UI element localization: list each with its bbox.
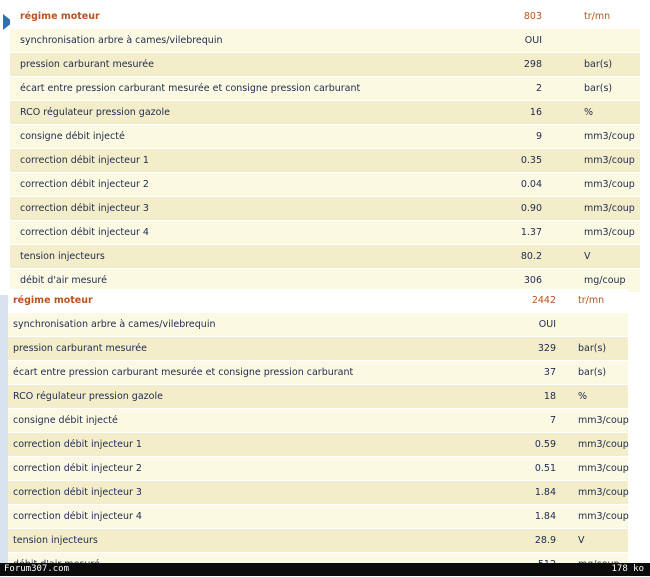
table-header-row[interactable]: régime moteur 803 tr/mn (10, 5, 640, 29)
param-unit: bar(s) (584, 83, 613, 94)
parameters-table-high-rpm: régime moteur 2442 tr/mn synchronisation ar… (0, 289, 650, 577)
param-value: 2442 (531, 295, 556, 306)
table-row[interactable]: synchronisation arbre à cames/vilebrequi… (10, 29, 640, 53)
param-value: OUI (524, 35, 542, 46)
param-label: synchronisation arbre à cames/vilebrequi… (13, 319, 216, 330)
param-unit: mm3/coup (584, 227, 635, 238)
param-unit: bar(s) (584, 59, 613, 70)
param-label: tension injecteurs (13, 535, 98, 546)
param-label: consigne débit injecté (20, 131, 125, 142)
param-value: 0.35 (520, 155, 542, 166)
table-row[interactable]: écart entre pression carburant mesurée e… (8, 361, 628, 385)
table-row[interactable]: écart entre pression carburant mesurée e… (10, 77, 640, 101)
param-label: régime moteur (20, 11, 100, 22)
param-unit: mm3/coup (584, 203, 635, 214)
table-row[interactable]: correction débit injecteur 2 0.51 mm3/coup (8, 457, 629, 481)
table-row[interactable]: correction débit injecteur 4 1.84 mm3/coup (8, 505, 629, 529)
table-row[interactable]: RCO régulateur pression gazole 18% (8, 385, 628, 409)
param-label: correction débit injecteur 4 (20, 227, 149, 238)
parameters-table-idle: régime moteur 803 tr/mn synchronisation arb… (0, 5, 650, 293)
param-label: tension injecteurs (20, 251, 105, 262)
table-row[interactable]: correction débit injecteur 4 1.37 mm3/coup (10, 221, 640, 245)
param-unit: % (578, 391, 588, 402)
param-value: 9 (535, 131, 542, 142)
param-value: 1.84 (534, 487, 556, 498)
table-row[interactable]: tension injecteurs 28.9 V (8, 529, 628, 553)
param-label: correction débit injecteur 3 (20, 203, 149, 214)
param-value: 329 (537, 343, 556, 354)
table-row[interactable]: pression carburant mesurée 329 bar(s) (8, 337, 628, 361)
param-value: 803 (523, 11, 542, 22)
table-row[interactable]: correction débit injecteur 3 1.84 mm3/coup (8, 481, 629, 505)
param-value: 28.9 (534, 535, 556, 546)
table-row[interactable]: correction débit injecteur 2 0.04 mm3/coup (10, 173, 640, 197)
param-unit: bar(s) (578, 367, 607, 378)
param-label: pression carburant mesurée (20, 59, 154, 70)
param-value: 18 (543, 391, 556, 402)
param-value: 1.84 (534, 511, 556, 522)
param-label: correction débit injecteur 1 (20, 155, 149, 166)
param-unit: mm3/coup (578, 439, 629, 450)
param-label: RCO régulateur pression gazole (13, 391, 163, 402)
param-label: correction débit injecteur 4 (13, 511, 142, 522)
param-value: OUI (538, 319, 556, 330)
param-value: 298 (523, 59, 542, 70)
table-row[interactable]: correction débit injecteur 1 0.59 mm3/coup (8, 433, 629, 457)
param-unit: tr/mn (584, 11, 611, 22)
param-value: 37 (543, 367, 556, 378)
table-row[interactable]: pression carburant mesurée 298 bar(s) (10, 53, 640, 77)
param-value: 0.04 (520, 179, 542, 190)
param-unit: V (578, 535, 585, 546)
param-unit: % (584, 107, 594, 118)
param-label: pression carburant mesurée (13, 343, 147, 354)
param-unit: mm3/coup (578, 415, 629, 426)
param-unit: mm3/coup (578, 487, 629, 498)
param-value: 1.37 (520, 227, 542, 238)
param-value: 0.51 (534, 463, 556, 474)
table-row[interactable]: correction débit injecteur 3 0.90 mm3/coup (10, 197, 640, 221)
footer-bar: Forum307.com 178 ko (0, 563, 650, 576)
param-unit: mm3/coup (584, 155, 635, 166)
param-unit: mm3/coup (584, 131, 635, 142)
param-unit: mm3/coup (584, 179, 635, 190)
param-unit: mm3/coup (578, 511, 629, 522)
table-header-row[interactable]: régime moteur 2442 tr/mn (8, 289, 628, 313)
param-unit: mm3/coup (578, 463, 629, 474)
param-label: correction débit injecteur 2 (20, 179, 149, 190)
param-value: 0.59 (534, 439, 556, 450)
param-label: synchronisation arbre à cames/vilebrequi… (20, 35, 223, 46)
file-size: 178 ko (611, 564, 644, 574)
param-unit: tr/mn (578, 295, 605, 306)
table-row[interactable]: correction débit injecteur 1 0.35 mm3/coup (10, 149, 640, 173)
param-label: écart entre pression carburant mesurée e… (20, 83, 361, 94)
param-value: 7 (549, 415, 556, 426)
param-label: régime moteur (13, 295, 93, 306)
param-label: correction débit injecteur 3 (13, 487, 142, 498)
param-value: 2 (535, 83, 542, 94)
param-unit: V (584, 251, 591, 262)
param-label: RCO régulateur pression gazole (20, 107, 170, 118)
param-value: 0.90 (520, 203, 542, 214)
table-row[interactable]: RCO régulateur pression gazole 16% (10, 101, 640, 125)
param-label: écart entre pression carburant mesurée e… (13, 367, 354, 378)
site-watermark: Forum307.com (4, 564, 70, 574)
table-row[interactable]: consigne débit injecté 9 mm3/coup (10, 125, 640, 149)
table-row[interactable]: synchronisation arbre à cames/vilebrequi… (8, 313, 628, 337)
param-value: 80.2 (520, 251, 542, 262)
param-label: correction débit injecteur 1 (13, 439, 142, 450)
table-row[interactable]: consigne débit injecté 7 mm3/coup (8, 409, 629, 433)
param-unit: bar(s) (578, 343, 607, 354)
param-label: consigne débit injecté (13, 415, 118, 426)
param-value: 16 (529, 107, 542, 118)
table-row[interactable]: tension injecteurs 80.2 V (10, 245, 640, 269)
param-label: correction débit injecteur 2 (13, 463, 142, 474)
